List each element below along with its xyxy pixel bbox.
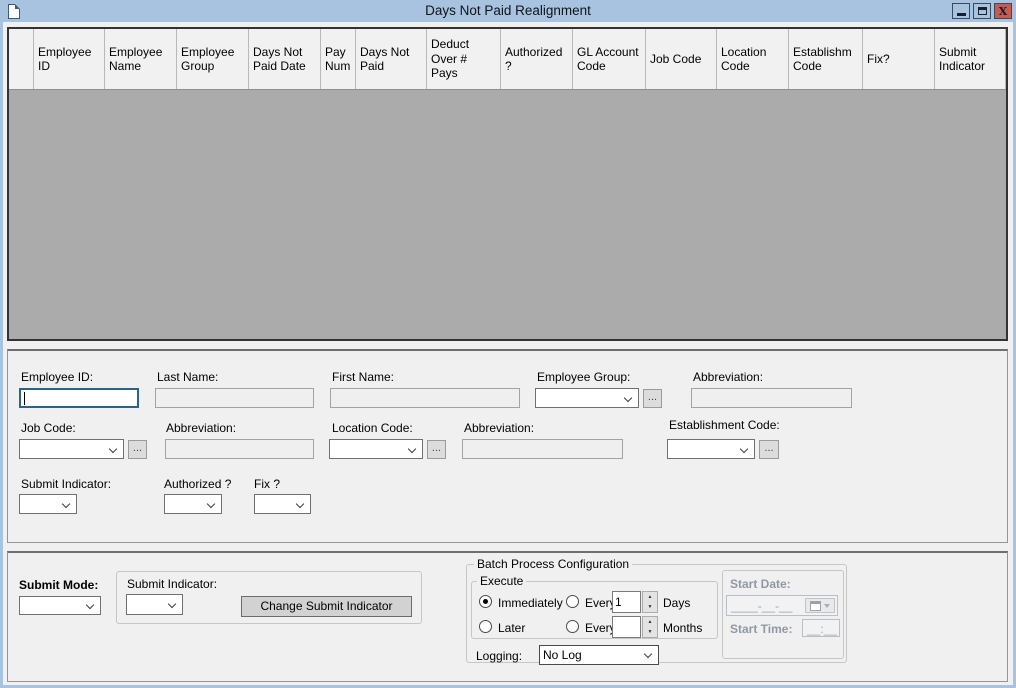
col-header-establishment-code[interactable]: Establishm Code: [789, 29, 863, 89]
action-panel: Submit Mode: Submit Indicator: Change Su…: [7, 551, 1008, 682]
job-code-browse-button[interactable]: ...: [128, 440, 147, 459]
every-months-input[interactable]: [612, 616, 641, 638]
detail-panel: Employee ID: Last Name: First Name: Empl…: [7, 349, 1008, 543]
chevron-down-icon: [824, 604, 830, 608]
location-code-browse-button[interactable]: ...: [427, 440, 446, 459]
app-window: Days Not Paid Realignment X Employee ID …: [0, 0, 1016, 688]
execute-every-months-radio[interactable]: [566, 620, 579, 633]
minimize-button[interactable]: [952, 3, 970, 19]
col-header-employee-id[interactable]: Employee ID: [34, 29, 105, 89]
immediately-label: Immediately: [498, 596, 563, 610]
fix-label: Fix ?: [254, 477, 280, 491]
col-header-row-selector[interactable]: [9, 29, 34, 89]
days-not-paid-grid: Employee ID Employee Name Employee Group…: [7, 27, 1008, 341]
maximize-button[interactable]: [973, 3, 991, 19]
group-abbreviation-input: [691, 388, 852, 408]
col-header-employee-name[interactable]: Employee Name: [105, 29, 177, 89]
logging-label: Logging:: [476, 649, 522, 663]
col-header-employee-group[interactable]: Employee Group: [177, 29, 249, 89]
job-abbreviation-label: Abbreviation:: [166, 421, 236, 435]
submit-indicator-label: Submit Indicator:: [21, 477, 111, 491]
execute-every-days-radio[interactable]: [566, 595, 579, 608]
first-name-label: First Name:: [332, 370, 394, 384]
close-icon: X: [999, 5, 1008, 18]
group-abbreviation-label: Abbreviation:: [693, 370, 763, 384]
every-days-input[interactable]: 1: [612, 591, 641, 613]
location-abbreviation-input: [462, 439, 623, 459]
text-caret: [24, 392, 25, 405]
calendar-picker-button: [805, 598, 835, 613]
col-header-submit-indicator[interactable]: Submit Indicator: [935, 29, 1006, 89]
col-header-pay-num[interactable]: Pay Num: [321, 29, 356, 89]
authorized-label: Authorized ?: [164, 477, 231, 491]
col-header-job-code[interactable]: Job Code: [646, 29, 717, 89]
location-code-label: Location Code:: [332, 421, 413, 435]
col-header-authorized[interactable]: Authorized ?: [501, 29, 573, 89]
close-button[interactable]: X: [994, 3, 1012, 19]
col-header-days-not-paid-date[interactable]: Days Not Paid Date: [249, 29, 321, 89]
footer-submit-indicator-label: Submit Indicator:: [127, 577, 217, 591]
execute-title: Execute: [477, 574, 526, 588]
job-code-label: Job Code:: [21, 421, 76, 435]
later-label: Later: [498, 621, 525, 635]
window-title: Days Not Paid Realignment: [0, 3, 1016, 18]
spin-down-icon[interactable]: ▼: [643, 627, 657, 637]
spin-down-icon[interactable]: ▼: [643, 602, 657, 612]
grid-header: Employee ID Employee Name Employee Group…: [9, 29, 1006, 90]
col-header-days-not-paid[interactable]: Days Not Paid: [356, 29, 427, 89]
batch-process-title: Batch Process Configuration: [474, 557, 632, 571]
every-months-spinner[interactable]: ▲▼: [642, 616, 658, 638]
start-date-input: ____-__-__: [726, 595, 838, 616]
last-name-label: Last Name:: [157, 370, 218, 384]
last-name-input: [155, 388, 314, 408]
spin-up-icon[interactable]: ▲: [643, 617, 657, 627]
establishment-code-label: Establishment Code:: [669, 418, 780, 432]
days-unit-label: Days: [663, 596, 690, 610]
employee-id-input[interactable]: [19, 388, 139, 408]
spin-up-icon[interactable]: ▲: [643, 592, 657, 602]
window-content: Employee ID Employee Name Employee Group…: [3, 22, 1013, 685]
job-abbreviation-input: [165, 439, 314, 459]
grid-body-empty: [9, 90, 1006, 341]
start-time-label: Start Time:: [730, 622, 792, 636]
minimize-icon: [957, 13, 966, 16]
every-days-spinner[interactable]: ▲▼: [642, 591, 658, 613]
maximize-icon: [978, 7, 987, 15]
start-date-label: Start Date:: [730, 577, 791, 591]
employee-group-label: Employee Group:: [537, 370, 630, 384]
col-header-gl-account-code[interactable]: GL Account Code: [573, 29, 646, 89]
start-time-input: __:__: [802, 619, 840, 637]
col-header-deduct-over-pays[interactable]: Deduct Over # Pays: [427, 29, 501, 89]
submit-mode-label: Submit Mode:: [19, 578, 98, 592]
titlebar[interactable]: Days Not Paid Realignment X: [0, 0, 1016, 22]
change-submit-indicator-button[interactable]: Change Submit Indicator: [241, 596, 412, 617]
calendar-icon: [810, 601, 821, 611]
logging-select[interactable]: No Log: [539, 645, 659, 665]
employee-group-browse-button[interactable]: ...: [643, 389, 662, 408]
start-date-mask: ____-__-__: [731, 599, 792, 613]
establishment-code-browse-button[interactable]: ...: [759, 440, 779, 459]
execute-later-radio[interactable]: [479, 620, 492, 633]
col-header-fix[interactable]: Fix?: [863, 29, 935, 89]
location-abbreviation-label: Abbreviation:: [464, 421, 534, 435]
first-name-input: [330, 388, 520, 408]
col-header-location-code[interactable]: Location Code: [717, 29, 789, 89]
execute-immediately-radio[interactable]: [479, 595, 492, 608]
employee-id-label: Employee ID:: [21, 370, 93, 384]
months-unit-label: Months: [663, 621, 702, 635]
